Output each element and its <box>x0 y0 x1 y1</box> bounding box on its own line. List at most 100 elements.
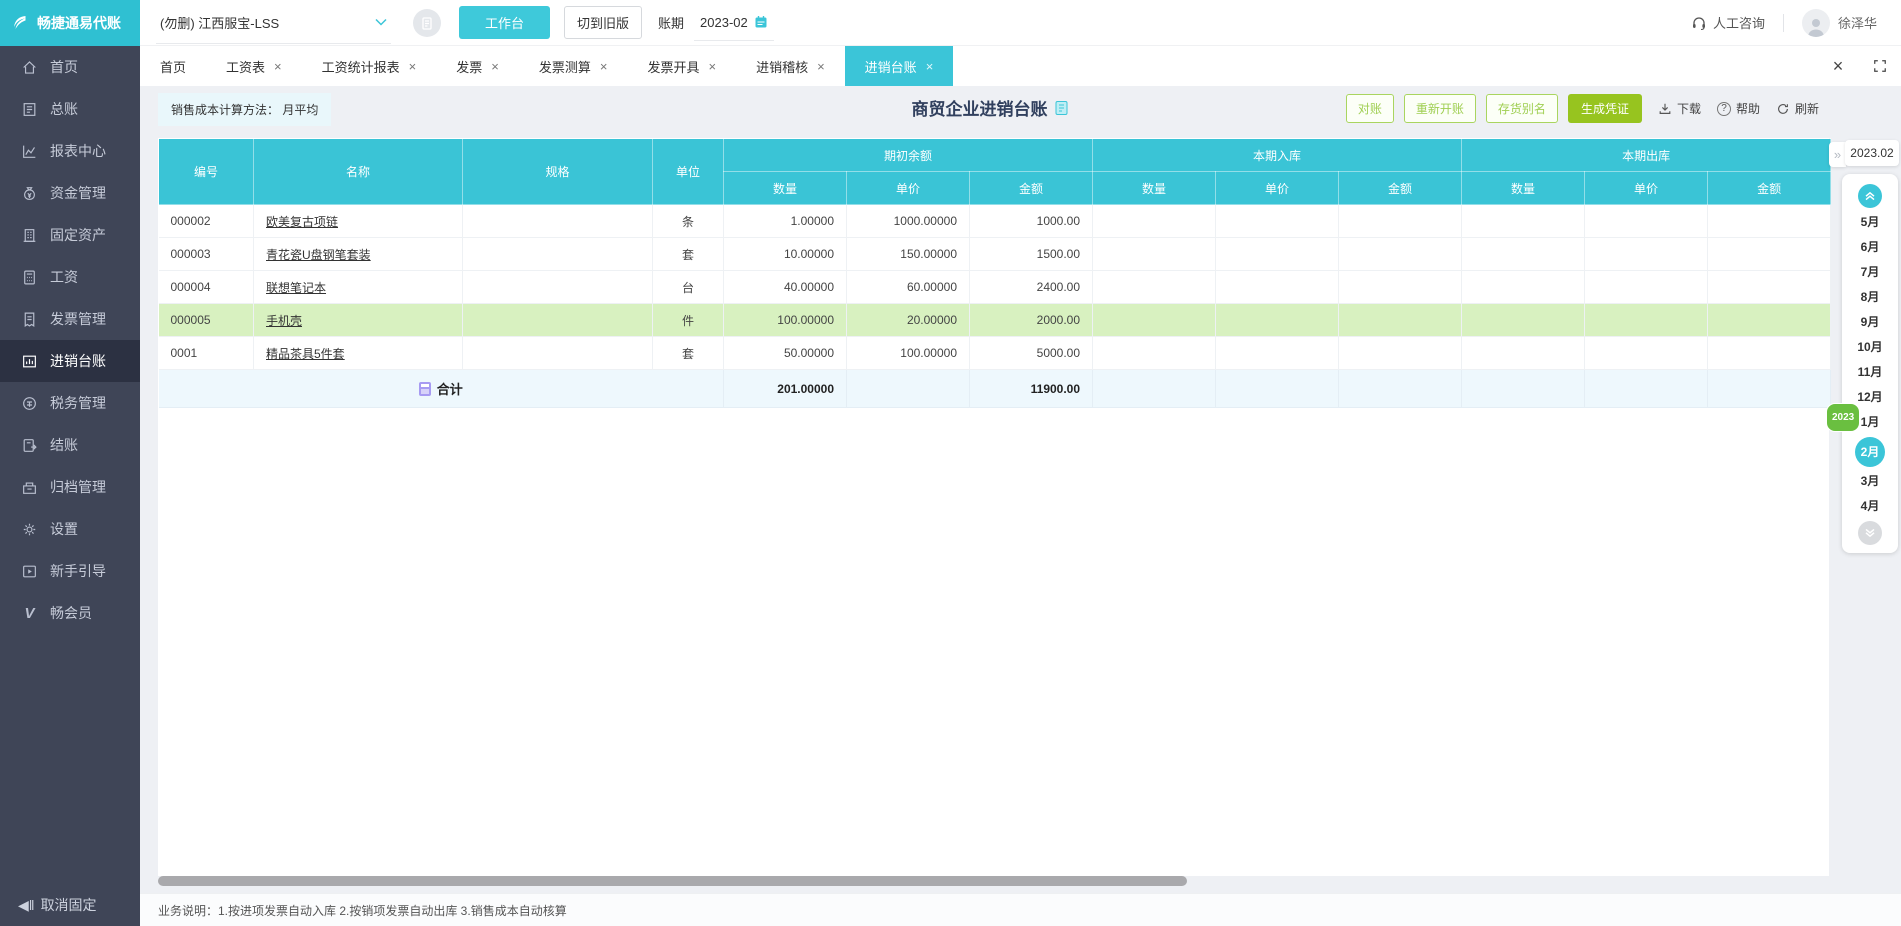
guide-play-icon <box>23 565 36 577</box>
sidebar-item-fund-management[interactable]: 资金管理 <box>0 172 140 214</box>
workbench-button[interactable]: 工作台 <box>459 6 551 39</box>
tab-home[interactable]: 首页 <box>140 46 206 86</box>
sidebar-item-tax-management[interactable]: 税务管理 <box>0 382 140 424</box>
sidebar-item-home[interactable]: 首页 <box>0 46 140 88</box>
collapse-month-panel-button[interactable]: » <box>1829 142 1846 167</box>
month-item[interactable]: 9月 <box>1842 310 1898 335</box>
sidebar-item-payroll[interactable]: 工资 <box>0 256 140 298</box>
refresh-button[interactable]: 刷新 <box>1776 100 1819 117</box>
sidebar-item-purchase-sale-ledger[interactable]: 进销台账 <box>0 340 140 382</box>
close-icon[interactable]: × <box>274 60 282 73</box>
cell-spec <box>462 204 653 238</box>
subcol-header-price[interactable]: 单价 <box>846 171 970 205</box>
live-consult-button[interactable]: 人工咨询 <box>1691 13 1765 32</box>
month-item[interactable]: 6月 <box>1842 235 1898 260</box>
cell-spec <box>462 237 653 271</box>
fullscreen-button[interactable] <box>1859 46 1901 86</box>
col-header-spec[interactable]: 规格 <box>462 138 653 205</box>
cell-out-qty <box>1461 204 1586 238</box>
cell-opening-qty: 50.00000 <box>723 336 847 370</box>
reopen-account-button[interactable]: 重新开账 <box>1403 94 1476 123</box>
subcol-header-price[interactable]: 单价 <box>1215 171 1340 205</box>
subcol-header-price[interactable]: 单价 <box>1584 171 1709 205</box>
sidebar-item-general-ledger[interactable]: 总账 <box>0 88 140 130</box>
item-name-link[interactable]: 手机壳 <box>266 314 302 328</box>
close-icon[interactable]: × <box>409 60 417 73</box>
subcol-header-amount[interactable]: 金额 <box>968 171 1094 205</box>
tab-invoice[interactable]: 发票 × <box>436 46 519 86</box>
close-icon[interactable]: × <box>600 60 608 73</box>
unpin-sidebar-button[interactable]: ◀‖ 取消固定 <box>0 890 140 920</box>
tab-purchase-sale-ledger[interactable]: 进销台账 × <box>844 46 954 86</box>
tab-payroll-sheet[interactable]: 工资表 × <box>206 46 302 86</box>
month-item[interactable]: 4月 <box>1842 494 1898 519</box>
close-icon[interactable]: × <box>491 60 499 73</box>
sidebar-item-archive-management[interactable]: 归档管理 <box>0 466 140 508</box>
switch-old-version-button[interactable]: 切到旧版 <box>564 6 643 39</box>
sidebar-item-report-center[interactable]: 报表中心 <box>0 130 140 172</box>
generate-voucher-button[interactable]: 生成凭证 <box>1567 94 1642 123</box>
subcol-header-qty[interactable]: 数量 <box>1092 171 1217 205</box>
sidebar-item-fixed-assets[interactable]: 固定资产 <box>0 214 140 256</box>
user-avatar[interactable] <box>1801 8 1830 37</box>
notes-icon[interactable] <box>413 8 441 37</box>
subcol-header-qty[interactable]: 数量 <box>1461 171 1586 205</box>
table-row-highlighted[interactable]: 000005 手机壳 件 100.00000 20.00000 2000.00 <box>158 303 1832 337</box>
sidebar-item-beginner-guide[interactable]: 新手引导 <box>0 550 140 592</box>
help-button[interactable]: ? 帮助 <box>1716 100 1760 117</box>
group-header-period-out[interactable]: 本期出库 <box>1461 138 1832 172</box>
item-name-link[interactable]: 欧美复古项链 <box>266 215 338 229</box>
table-row[interactable]: 000004 联想笔记本 台 40.00000 60.00000 2400.00 <box>158 270 1832 304</box>
download-button[interactable]: 下载 <box>1658 100 1701 117</box>
table-row[interactable]: 000002 欧美复古项链 条 1.00000 1000.00000 1000.… <box>158 204 1832 238</box>
sidebar-item-closing[interactable]: 结账 <box>0 424 140 466</box>
close-icon[interactable]: × <box>926 60 934 73</box>
item-name-link[interactable]: 精品茶具5件套 <box>266 347 345 361</box>
sidebar-item-settings[interactable]: 设置 <box>0 508 140 550</box>
cell-in-qty <box>1092 270 1217 304</box>
horizontal-scrollbar[interactable] <box>158 876 1187 886</box>
chevrons-up-icon <box>1865 191 1875 201</box>
month-item-selected[interactable]: 2月 <box>1855 437 1885 467</box>
col-header-unit[interactable]: 单位 <box>652 138 724 205</box>
month-item[interactable]: 7月 <box>1842 260 1898 285</box>
subcol-header-amount[interactable]: 金额 <box>1707 171 1832 205</box>
tab-purchase-sale-audit[interactable]: 进销稽核 × <box>736 46 845 86</box>
col-header-code[interactable]: 编号 <box>158 138 254 205</box>
group-header-opening-balance[interactable]: 期初余额 <box>722 138 1094 172</box>
month-item[interactable]: 5月 <box>1842 210 1898 235</box>
reconcile-button[interactable]: 对账 <box>1345 94 1394 123</box>
month-item[interactable]: 8月 <box>1842 285 1898 310</box>
inout-ledger-icon <box>23 355 36 367</box>
close-icon[interactable]: × <box>708 60 716 73</box>
period-label: 账期 <box>658 16 685 31</box>
scroll-months-down-button[interactable] <box>1858 521 1882 545</box>
sidebar-item-member[interactable]: V 畅会员 <box>0 592 140 634</box>
group-header-period-in[interactable]: 本期入库 <box>1092 138 1463 172</box>
scroll-months-up-button[interactable] <box>1858 184 1882 208</box>
cell-opening-price: 100.00000 <box>846 336 970 370</box>
subcol-header-qty[interactable]: 数量 <box>723 171 847 205</box>
month-item[interactable]: 3月 <box>1842 469 1898 494</box>
item-name-link[interactable]: 联想笔记本 <box>266 281 326 295</box>
sidebar-item-invoice-management[interactable]: 发票管理 <box>0 298 140 340</box>
tab-invoice-issue[interactable]: 发票开具 × <box>627 46 736 86</box>
month-item[interactable]: 11月 <box>1842 360 1898 385</box>
table-row[interactable]: 000003 青花瓷U盘钢笔套装 套 10.00000 150.00000 15… <box>158 237 1832 271</box>
close-icon[interactable]: × <box>817 60 825 73</box>
month-item[interactable]: 10月 <box>1842 335 1898 360</box>
subcol-header-amount[interactable]: 金额 <box>1338 171 1463 205</box>
item-name-link[interactable]: 青花瓷U盘钢笔套装 <box>266 248 371 262</box>
company-selector[interactable]: (勿删) 江西服宝-LSS <box>156 2 391 44</box>
period-picker[interactable]: 2023-02 <box>694 5 774 41</box>
month-item-january[interactable]: 2023 1月 <box>1826 403 1898 435</box>
table-row[interactable]: 0001 精品茶具5件套 套 50.00000 100.00000 5000.0… <box>158 336 1832 370</box>
tab-invoice-estimate[interactable]: 发票测算 × <box>519 46 628 86</box>
col-header-name[interactable]: 名称 <box>253 138 463 205</box>
inventory-alias-button[interactable]: 存货别名 <box>1485 94 1558 123</box>
close-tab-button[interactable]: × <box>1817 46 1859 86</box>
total-out-qty <box>1461 369 1586 408</box>
tab-payroll-stats[interactable]: 工资统计报表 × <box>302 46 437 86</box>
username[interactable]: 徐泽华 <box>1838 13 1877 32</box>
calculator-icon <box>24 270 35 284</box>
